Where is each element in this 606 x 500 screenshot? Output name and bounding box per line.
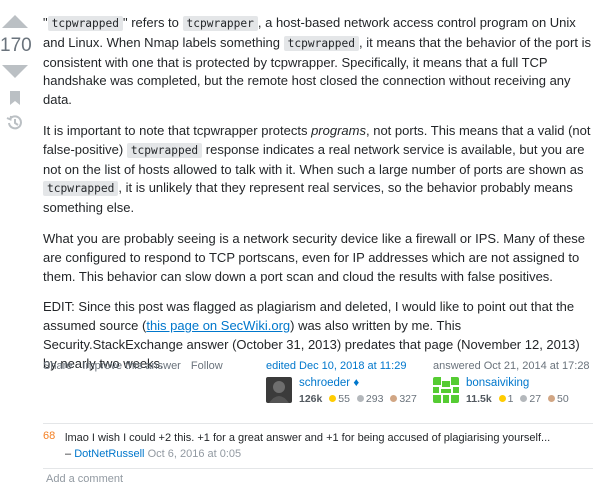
editor-reputation: 126k 55 293 327: [299, 393, 417, 405]
comment-user-link[interactable]: DotNetRussell: [74, 448, 144, 460]
bronze-badge-icon: [390, 395, 398, 402]
vote-up-button[interactable]: [0, 10, 30, 32]
history-icon[interactable]: [6, 114, 24, 132]
paragraph-3: What you are probably seeing is a networ…: [43, 230, 585, 284]
reputation: 126k: [299, 393, 323, 405]
code-tcpwrapped: tcpwrapped: [126, 142, 203, 158]
code-tcpwrapper: tcpwrapper: [182, 16, 258, 31]
comment-score: 68: [43, 430, 56, 442]
code-tcpwrapped: tcpwrapped: [43, 181, 119, 197]
diamond-icon: ♦: [353, 377, 360, 389]
post-actions: Share Improve this answer Follow: [43, 360, 230, 372]
secwiki-link[interactable]: this page on SecWiki.org: [146, 318, 290, 333]
vote-count: 170: [0, 35, 32, 56]
comment-body: lmao I wish I could +2 this. +1 for a gr…: [65, 430, 593, 462]
code-tcpwrapped: tcpwrapped: [47, 16, 123, 31]
reputation: 11.5k: [466, 393, 492, 405]
bookmark-icon[interactable]: [9, 90, 21, 106]
gold-badge-icon: [498, 395, 506, 402]
comment-text: lmao I wish I could +2 this. +1 for a gr…: [65, 432, 551, 444]
bronze-count: 50: [557, 393, 569, 405]
comments-list: 68 lmao I wish I could +2 this. +1 for a…: [43, 423, 593, 469]
vote-cell: 170: [0, 10, 32, 132]
gold-count: 55: [338, 393, 350, 405]
avatar-schroeder[interactable]: [266, 377, 292, 403]
text: , it is unlikely that they represent rea…: [43, 180, 573, 216]
improve-answer-link[interactable]: Improve this answer: [82, 360, 180, 372]
answer-body: " tcpwrapped " refers to tcpwrapper, a hos…: [43, 14, 593, 386]
text: ": [43, 15, 48, 30]
gold-badge-icon: [329, 395, 337, 402]
post-meta: Share Improve this answer Follow edited …: [43, 360, 598, 408]
gold-count: 1: [507, 393, 514, 405]
emphasis: programs: [311, 122, 366, 138]
silver-badge-icon: [356, 395, 364, 402]
vote-down-icon: [2, 64, 28, 78]
paragraph-2: It is important to note that tcpwrapper …: [43, 122, 593, 218]
paragraph-1: " tcpwrapped " refers to tcpwrapper, a hos…: [43, 14, 593, 110]
follow-link[interactable]: Follow: [191, 360, 223, 372]
text: " refers to: [122, 15, 183, 30]
vote-down-button[interactable]: [0, 60, 30, 82]
edited-timestamp[interactable]: edited Dec 10, 2018 at 11:29: [266, 360, 426, 372]
add-comment-link[interactable]: Add a comment: [46, 473, 123, 485]
silver-count: 293: [365, 393, 384, 405]
editor-card: edited Dec 10, 2018 at 11:29 schroeder ♦…: [266, 360, 426, 405]
silver-badge-icon: [520, 395, 528, 402]
editor-name-text[interactable]: schroeder: [299, 377, 350, 389]
comment-dash: –: [65, 448, 75, 460]
editor-name[interactable]: schroeder ♦: [299, 377, 359, 389]
comment-item: 68 lmao I wish I could +2 this. +1 for a…: [43, 424, 593, 469]
author-reputation: 11.5k 1 27 50: [466, 393, 569, 405]
bronze-count: 327: [399, 393, 417, 405]
text: It is important to note that tcpwrapper …: [43, 122, 312, 138]
answered-timestamp: answered Oct 21, 2014 at 17:28: [433, 360, 590, 372]
vote-up-icon: [2, 14, 28, 28]
author-card: answered Oct 21, 2014 at 17:28 bonsaivik…: [433, 360, 593, 405]
silver-count: 27: [529, 393, 542, 405]
bronze-badge-icon: [548, 395, 555, 402]
author-name[interactable]: bonsaiviking: [466, 377, 529, 389]
comment-date[interactable]: Oct 6, 2016 at 0:05: [148, 448, 242, 460]
share-link[interactable]: Share: [43, 360, 72, 372]
avatar-bonsaiviking[interactable]: [433, 377, 459, 403]
code-tcpwrapped: tcpwrapped: [283, 35, 359, 51]
